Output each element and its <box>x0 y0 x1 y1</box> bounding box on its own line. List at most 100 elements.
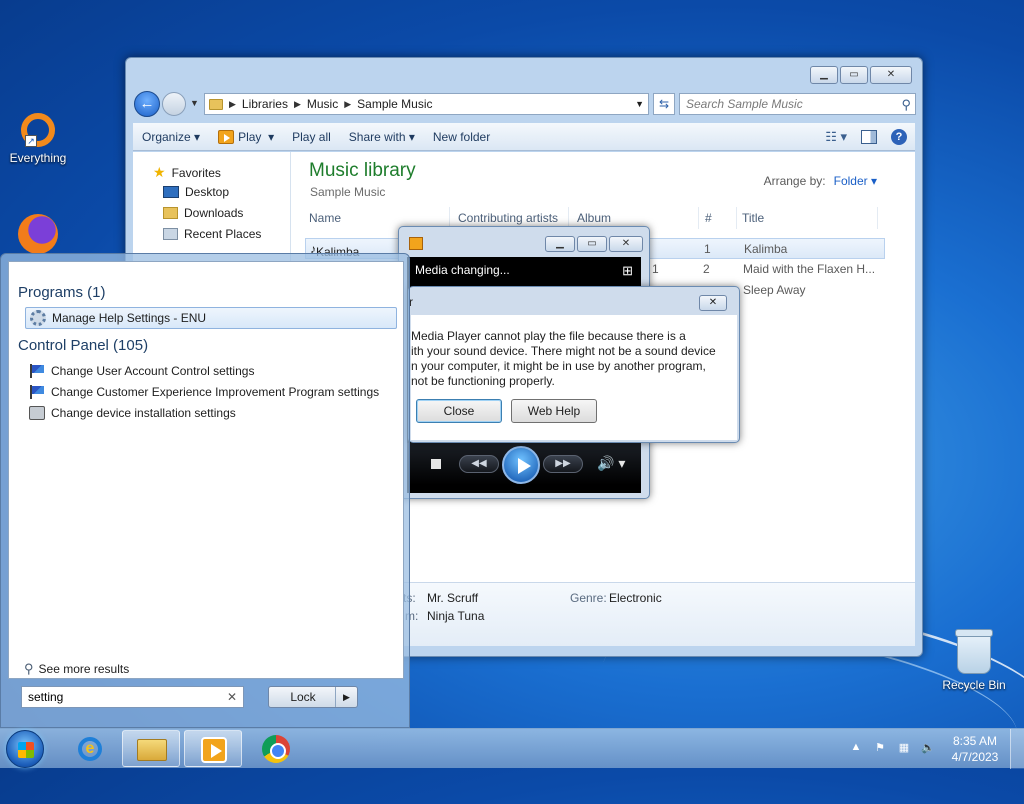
minimize-button[interactable]: ▁ <box>810 66 838 84</box>
column-header-title[interactable]: Title <box>738 207 878 229</box>
row-title: Kalimba <box>744 242 788 256</box>
control-panel-header[interactable]: Control Panel (105) <box>18 337 148 354</box>
volume-icon[interactable]: 🔊 ▾ <box>597 455 625 472</box>
network-icon[interactable]: ▦ <box>896 741 912 757</box>
close-button[interactable]: ✕ <box>609 236 643 252</box>
detail-value: Electronic <box>609 591 662 605</box>
arrange-by-dropdown[interactable]: Folder ▾ <box>834 174 877 188</box>
downloads-folder-icon <box>163 207 178 219</box>
forward-button[interactable] <box>162 92 186 116</box>
result-manage-help-settings[interactable]: Manage Help Settings - ENU <box>25 307 397 329</box>
organize-button[interactable]: Organize ▾ <box>133 130 209 144</box>
show-hidden-icons-icon[interactable]: ▲ <box>848 741 864 757</box>
desktop-icon-recycle-bin[interactable]: Recycle Bin <box>938 629 1010 692</box>
web-help-button[interactable]: Web Help <box>511 399 597 423</box>
row-title: Maid with the Flaxen H... <box>743 262 876 276</box>
preview-pane-icon[interactable] <box>861 129 877 144</box>
taskbar-media-player[interactable] <box>184 730 242 767</box>
search-icon: ⚲ <box>24 661 34 676</box>
start-search-value: setting <box>28 690 64 704</box>
close-button[interactable]: Close <box>416 399 502 423</box>
internet-explorer-icon: e <box>78 737 102 761</box>
taskbar: e ▲ ⚑ ▦ 🔈 8:35 AM 4/7/2023 <box>0 728 1024 769</box>
close-button[interactable]: ✕ <box>870 66 912 84</box>
dialog-close-button[interactable]: ✕ <box>699 295 727 311</box>
system-tray: ▲ ⚑ ▦ 🔈 8:35 AM 4/7/2023 <box>844 729 1024 769</box>
library-subtitle: Sample Music <box>310 185 386 199</box>
play-button[interactable]: Play ▾ <box>209 129 283 144</box>
programs-header[interactable]: Programs (1) <box>18 284 106 301</box>
breadcrumb-libraries[interactable]: Libraries <box>242 97 288 111</box>
minimize-button[interactable]: ▁ <box>545 236 575 252</box>
desktop-icon-label: Recycle Bin <box>942 678 1006 692</box>
refresh-button[interactable]: ⇆ <box>653 93 675 115</box>
show-desktop-button[interactable] <box>1010 729 1024 769</box>
playback-controls: ◀◀ ▶▶ 🔊 ▾ <box>407 443 641 485</box>
views-icon[interactable]: ☷ ▾ <box>825 129 847 145</box>
recycle-bin-icon <box>955 629 993 674</box>
row-number: 2 <box>703 262 710 276</box>
breadcrumb-sample-music[interactable]: Sample Music <box>357 97 432 111</box>
action-center-icon[interactable]: ⚑ <box>872 741 888 757</box>
nav-item-favorites[interactable]: ★ Favorites <box>153 164 221 181</box>
back-button[interactable]: ← <box>134 91 160 117</box>
window-controls: ▁ ▭ ✕ <box>810 66 912 84</box>
lock-button[interactable]: Lock ▶ <box>268 686 358 708</box>
command-bar: Organize ▾ Play ▾ Play all Share with ▾ … <box>133 123 915 151</box>
gear-icon <box>30 310 46 326</box>
row-number: 1 <box>704 242 711 256</box>
share-with-button[interactable]: Share with ▾ <box>340 130 424 144</box>
start-menu: Programs (1) Manage Help Settings - ENU … <box>0 253 410 728</box>
chrome-icon <box>262 735 290 763</box>
taskbar-windows-explorer[interactable] <box>122 730 180 767</box>
result-ceip-settings[interactable]: Change Customer Experience Improvement P… <box>25 381 397 403</box>
result-uac-settings[interactable]: Change User Account Control settings <box>25 360 397 382</box>
switch-to-library-icon[interactable]: ⊞ <box>622 263 633 279</box>
clock-time: 8:35 AM <box>952 734 998 748</box>
help-icon[interactable]: ? <box>891 128 907 145</box>
search-results-panel: Programs (1) Manage Help Settings - ENU … <box>8 261 404 679</box>
maximize-button[interactable]: ▭ <box>840 66 868 84</box>
nav-item-downloads[interactable]: Downloads <box>163 206 243 220</box>
search-icon[interactable]: ⚲ <box>901 95 911 115</box>
desktop-icon-firefox[interactable] <box>2 214 74 258</box>
start-search-input[interactable]: setting ✕ <box>21 686 244 708</box>
clear-search-icon[interactable]: ✕ <box>227 687 237 707</box>
column-header-number[interactable]: # <box>701 207 737 229</box>
star-icon: ★ <box>153 164 166 180</box>
new-folder-button[interactable]: New folder <box>424 130 499 144</box>
next-button[interactable]: ▶▶ <box>543 455 583 473</box>
chevron-right-icon[interactable]: ▶ <box>294 99 301 110</box>
previous-button[interactable]: ◀◀ <box>459 455 499 473</box>
chevron-down-icon[interactable]: ▼ <box>635 99 644 109</box>
desktop-icon-everything[interactable]: ↗ Everything <box>2 113 74 165</box>
start-button[interactable] <box>6 730 44 768</box>
clock[interactable]: 8:35 AM 4/7/2023 <box>940 733 1010 765</box>
detail-value: Mr. Scruff <box>427 591 479 605</box>
media-player-icon <box>201 737 227 763</box>
breadcrumb-music[interactable]: Music <box>307 97 338 111</box>
see-more-results-link[interactable]: ⚲ See more results <box>24 661 129 677</box>
clock-date: 4/7/2023 <box>951 750 999 764</box>
taskbar-internet-explorer[interactable]: e <box>60 730 118 767</box>
result-device-installation-settings[interactable]: Change device installation settings <box>25 402 397 424</box>
play-button[interactable] <box>502 446 540 484</box>
play-all-button[interactable]: Play all <box>283 130 340 144</box>
chevron-right-icon[interactable]: ▶ <box>229 99 236 110</box>
chevron-right-icon[interactable]: ▶ <box>344 99 351 110</box>
recent-places-icon <box>163 228 178 240</box>
power-options-arrow[interactable]: ▶ <box>335 687 357 707</box>
address-bar[interactable]: ▶ Libraries ▶ Music ▶ Sample Music ▼ <box>204 93 649 115</box>
nav-item-desktop[interactable]: Desktop <box>163 185 229 199</box>
everything-icon: ↗ <box>21 113 55 147</box>
nav-item-recent-places[interactable]: Recent Places <box>163 227 261 241</box>
volume-muted-icon[interactable]: 🔈 <box>920 741 936 757</box>
search-input[interactable]: Search Sample Music ⚲ <box>679 93 916 115</box>
taskbar-chrome[interactable] <box>246 730 304 767</box>
maximize-button[interactable]: ▭ <box>577 236 607 252</box>
detail-value: Ninja Tuna <box>427 609 485 623</box>
recent-pages-dropdown[interactable]: ▼ <box>190 98 199 108</box>
player-status: Media changing... <box>415 263 510 277</box>
flag-icon <box>29 385 45 399</box>
stop-button[interactable] <box>431 459 441 469</box>
